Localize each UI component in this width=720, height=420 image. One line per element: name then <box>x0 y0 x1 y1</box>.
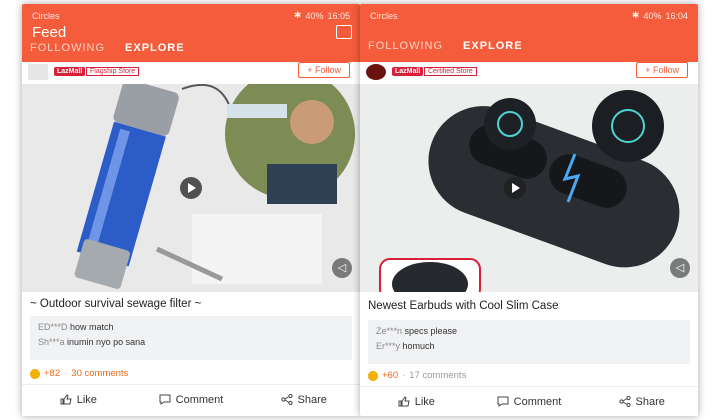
clock-label: 16:04 <box>665 10 688 21</box>
comment-label: Comment <box>175 393 224 406</box>
coin-icon <box>30 368 40 379</box>
post-caption: Newest Earbuds with Cool Slim Case <box>368 300 559 312</box>
comment-count[interactable]: 17 comments <box>409 370 466 381</box>
post-video[interactable]: ◁ <box>360 84 698 292</box>
coin-icon <box>368 370 378 381</box>
store-tag: Flagship Store <box>86 67 140 76</box>
share-button[interactable]: Share <box>247 385 360 414</box>
comment-preview[interactable]: Ze***n specs please Er***y homuch <box>368 320 690 364</box>
comment-item: Ze***n specs please <box>376 326 682 341</box>
store-logo[interactable] <box>366 64 386 80</box>
thumbs-up-icon <box>60 394 72 405</box>
mute-icon[interactable]: ◁ <box>332 258 352 278</box>
points-count: +82 <box>44 368 61 379</box>
stats-separator: · <box>402 370 406 381</box>
comment-preview[interactable]: ED***D how match Sh***a inumin nyo po sa… <box>30 316 352 360</box>
like-label: Like <box>76 393 97 406</box>
bluetooth-icon: ✱ <box>293 10 302 20</box>
store-logo[interactable] <box>28 64 48 80</box>
screenshot-stage: Circles ✱ 40% 16:05 Feed FOLLOWING EXPLO… <box>0 0 720 420</box>
tab-following[interactable]: FOLLOWING <box>30 42 105 54</box>
comment-text: homuch <box>402 341 435 351</box>
status-indicators: ✱ 40% 16:05 <box>294 10 350 21</box>
comment-user: ED***D <box>38 322 68 332</box>
bluetooth-icon: ✱ <box>631 10 640 20</box>
feed-header: Circles ✱ 40% 16:05 Feed FOLLOWING EXPLO… <box>22 4 360 62</box>
status-indicators: ✱ 40% 16:04 <box>632 10 688 21</box>
tab-explore[interactable]: EXPLORE <box>125 42 185 54</box>
like-label: Like <box>414 395 435 408</box>
comment-icon <box>497 396 509 407</box>
status-bar: Circles ✱ 40% 16:05 <box>22 9 360 23</box>
store-tag: Certified Store <box>424 67 477 76</box>
feed-tabs: FOLLOWING EXPLORE <box>368 40 523 52</box>
comment-text: inumin nyo po sana <box>67 337 146 347</box>
battery-label: 40% <box>305 10 324 21</box>
feed-header: Circles ✱ 40% 16:04 FOLLOWING EXPLORE <box>360 4 698 62</box>
comment-text: specs please <box>404 326 458 336</box>
right-phone-screen: Circles ✱ 40% 16:04 FOLLOWING EXPLORE La… <box>360 4 698 416</box>
feed-post-card: LazMall Flagship Store + Follow ◁ ~ Outd… <box>22 62 360 416</box>
feed-tabs: FOLLOWING EXPLORE <box>30 42 185 54</box>
points-count: +60 <box>382 370 399 381</box>
comment-user: Er***y <box>376 341 401 351</box>
thumbs-up-icon <box>398 396 410 407</box>
message-icon[interactable] <box>336 25 352 39</box>
store-bar: LazMall Flagship Store + Follow <box>22 62 360 84</box>
carrier-label: Circles <box>32 11 60 21</box>
page-title: Feed <box>32 24 67 41</box>
comment-button[interactable]: Comment <box>473 387 586 416</box>
tab-explore[interactable]: EXPLORE <box>463 40 523 52</box>
follow-button[interactable]: + Follow <box>298 62 350 78</box>
post-video[interactable]: ◁ <box>22 84 360 292</box>
mute-icon[interactable]: ◁ <box>670 258 690 278</box>
comment-button[interactable]: Comment <box>135 385 248 414</box>
feed-post-card: LazMall Certified Store + Follow ◁ Newes… <box>360 62 698 416</box>
comment-user: Ze***n <box>376 326 403 336</box>
comment-item: Er***y homuch <box>376 341 682 356</box>
comment-user: Sh***a <box>38 337 65 347</box>
share-label: Share <box>635 395 665 408</box>
like-button[interactable]: Like <box>360 387 473 416</box>
tab-following[interactable]: FOLLOWING <box>368 40 443 52</box>
lazmall-badge: LazMall <box>392 67 424 76</box>
comment-count[interactable]: 30 comments <box>71 368 128 379</box>
follow-button[interactable]: + Follow <box>636 62 688 78</box>
post-stats: +82 · 30 comments <box>30 368 128 379</box>
stats-separator: · <box>64 368 68 379</box>
post-actions: Like Comment Share <box>22 384 360 414</box>
comment-text: how match <box>70 322 114 332</box>
comment-label: Comment <box>513 395 562 408</box>
comment-icon <box>159 394 171 405</box>
like-button[interactable]: Like <box>22 385 135 414</box>
lazmall-badge: LazMall <box>54 67 86 76</box>
post-stats: +60 · 17 comments <box>368 370 466 381</box>
clock-label: 16:05 <box>327 10 350 21</box>
share-button[interactable]: Share <box>585 387 698 416</box>
share-icon <box>618 396 631 407</box>
carrier-label: Circles <box>370 11 398 21</box>
store-bar: LazMall Certified Store + Follow <box>360 62 698 84</box>
post-actions: Like Comment Share <box>360 386 698 416</box>
post-caption: ~ Outdoor survival sewage filter ~ <box>30 298 202 310</box>
play-icon[interactable] <box>180 177 202 199</box>
comment-item: Sh***a inumin nyo po sana <box>38 337 344 352</box>
battery-label: 40% <box>643 10 662 21</box>
comment-item: ED***D how match <box>38 322 344 337</box>
share-icon <box>280 394 293 405</box>
earbuds-image <box>360 84 698 292</box>
left-phone-screen: Circles ✱ 40% 16:05 Feed FOLLOWING EXPLO… <box>22 4 360 416</box>
share-label: Share <box>297 393 327 406</box>
status-bar: Circles ✱ 40% 16:04 <box>360 9 698 23</box>
